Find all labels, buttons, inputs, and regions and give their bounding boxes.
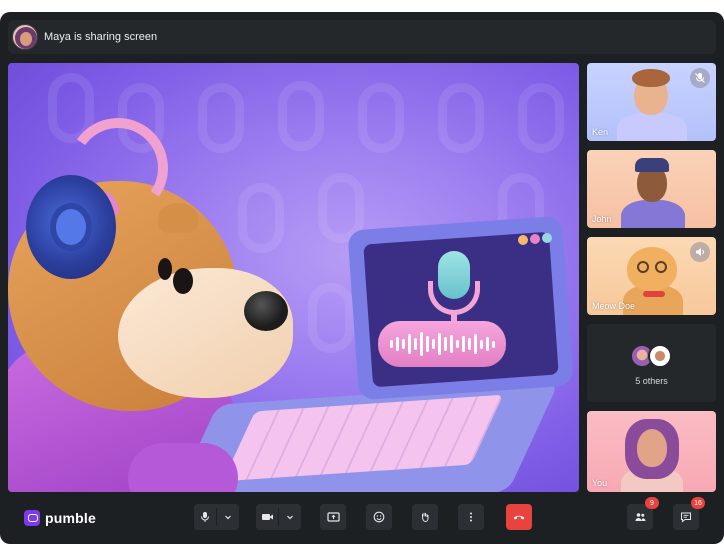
end-call-icon bbox=[513, 515, 525, 520]
participant-tile-you[interactable]: You bbox=[587, 411, 716, 492]
more-vertical-icon bbox=[470, 512, 472, 522]
sound-wave-icon bbox=[378, 321, 506, 367]
mic-off-icon bbox=[690, 68, 710, 88]
control-bar: pumble 9 16 bbox=[0, 497, 724, 544]
participant-tile-meow-doe[interactable]: Meow Doe bbox=[587, 237, 716, 315]
shared-screen bbox=[8, 63, 579, 492]
chat-icon bbox=[681, 512, 691, 523]
pumble-logo-icon bbox=[24, 510, 40, 526]
emoji-icon bbox=[373, 511, 385, 523]
video-camera-icon bbox=[261, 514, 273, 520]
end-call-button[interactable] bbox=[506, 504, 532, 530]
meeting-window: Maya is sharing screen Ken John Meow Doe… bbox=[0, 12, 724, 544]
participant-tile-ken[interactable]: Ken bbox=[587, 63, 716, 141]
avatar bbox=[648, 344, 672, 368]
chevron-down-icon bbox=[225, 515, 231, 520]
participant-name: John bbox=[592, 214, 612, 224]
participants-count-badge: 9 bbox=[645, 497, 659, 509]
microphone-control bbox=[194, 504, 239, 530]
raise-hand-button[interactable] bbox=[412, 504, 438, 530]
speaker-icon bbox=[690, 242, 710, 262]
participant-tile-john[interactable]: John bbox=[587, 150, 716, 228]
others-count: 5 others bbox=[635, 376, 668, 386]
participant-name: Meow Doe bbox=[592, 301, 636, 311]
share-status-text: Maya is sharing screen bbox=[44, 31, 158, 43]
dog-nose bbox=[244, 291, 288, 331]
people-icon bbox=[635, 513, 645, 521]
hand-icon bbox=[422, 512, 429, 523]
reactions-button[interactable] bbox=[366, 504, 392, 530]
microphone-icon bbox=[201, 512, 209, 522]
pumble-logo: pumble bbox=[24, 510, 96, 526]
microphone-options-button[interactable] bbox=[217, 504, 239, 530]
share-screen-icon bbox=[326, 512, 340, 522]
participant-name: You bbox=[592, 478, 608, 488]
others-tile[interactable]: 5 others bbox=[587, 324, 716, 402]
camera-options-button[interactable] bbox=[279, 504, 301, 530]
chevron-down-icon bbox=[287, 515, 293, 520]
sharer-avatar bbox=[12, 24, 38, 50]
participants-button[interactable]: 9 bbox=[627, 497, 659, 530]
microphone-button[interactable] bbox=[194, 504, 216, 530]
share-screen-button[interactable] bbox=[320, 504, 346, 530]
more-options-button[interactable] bbox=[458, 504, 484, 530]
camera-button[interactable] bbox=[256, 504, 278, 530]
camera-control bbox=[256, 504, 301, 530]
chat-button[interactable]: 16 bbox=[673, 497, 705, 530]
participant-name: Ken bbox=[592, 127, 609, 137]
sharing-status-bar: Maya is sharing screen bbox=[8, 20, 716, 54]
chat-unread-badge: 16 bbox=[691, 497, 705, 509]
